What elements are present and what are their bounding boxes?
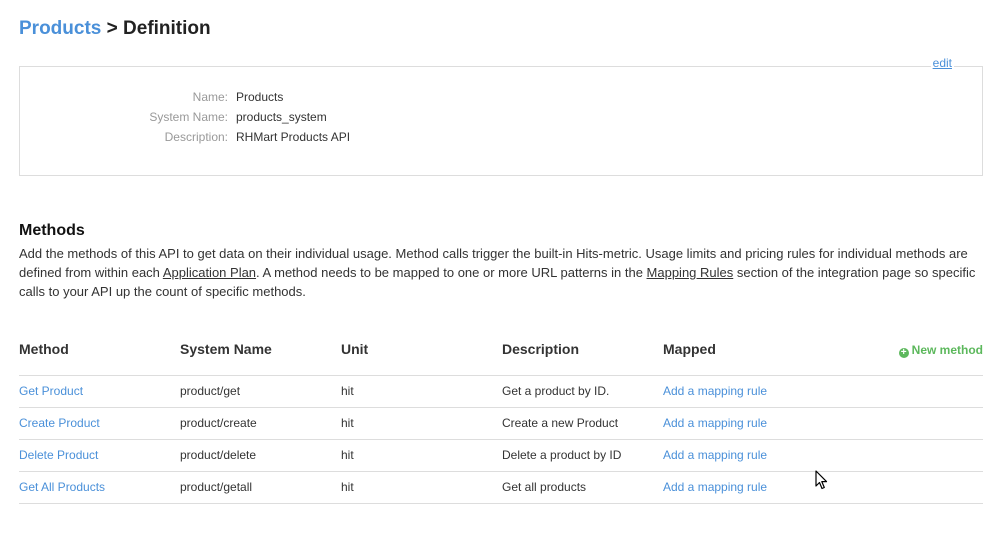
system-name-cell: product/getall [180, 480, 253, 494]
new-method-label: New method [911, 343, 983, 357]
column-header-unit: Unit [341, 341, 369, 357]
add-mapping-rule-link[interactable]: Add a mapping rule [663, 480, 767, 494]
table-row: Create Product product/create hit Create… [19, 408, 983, 440]
methods-description-text: . A method needs to be mapped to one or … [256, 265, 647, 280]
description-cell: Get a product by ID. [502, 384, 610, 398]
methods-table: Method System Name Unit Description Mapp… [19, 330, 983, 504]
method-link[interactable]: Get Product [19, 384, 83, 398]
definition-panel: edit Name: Products System Name: product… [19, 56, 983, 176]
column-header-method: Method [19, 341, 69, 357]
method-link[interactable]: Get All Products [19, 480, 105, 494]
unit-cell: hit [341, 480, 354, 494]
application-plan-link[interactable]: Application Plan [163, 265, 256, 280]
breadcrumb-separator: > [106, 18, 118, 39]
breadcrumb: Products > Definition [19, 18, 211, 40]
definition-value: RHMart Products API [236, 130, 351, 144]
methods-description: Add the methods of this API to get data … [19, 244, 983, 301]
plus-circle-icon: + [898, 348, 909, 358]
table-row: Get All Products product/getall hit Get … [19, 472, 983, 504]
system-name-cell: product/get [180, 384, 241, 398]
column-header-mapped: Mapped [663, 341, 716, 357]
method-link[interactable]: Create Product [19, 416, 100, 430]
definition-value: Products [236, 90, 284, 104]
table-row: Get Product product/get hit Get a produc… [19, 376, 983, 408]
definition-value: products_system [236, 110, 327, 124]
add-mapping-rule-link[interactable]: Add a mapping rule [663, 384, 767, 398]
system-name-cell: product/delete [180, 448, 257, 462]
method-link[interactable]: Delete Product [19, 448, 98, 462]
table-row: Delete Product product/delete hit Delete… [19, 440, 983, 472]
description-cell: Create a new Product [502, 416, 619, 430]
description-cell: Get all products [502, 480, 587, 494]
methods-heading: Methods [19, 222, 85, 239]
unit-cell: hit [341, 416, 354, 430]
mapping-rules-link[interactable]: Mapping Rules [647, 265, 734, 280]
new-method-button[interactable]: + New method [898, 343, 983, 358]
edit-link[interactable]: edit [930, 56, 954, 70]
column-header-system-name: System Name [180, 341, 272, 357]
system-name-cell: product/create [180, 416, 257, 430]
definition-label: Name: [192, 90, 228, 104]
description-cell: Delete a product by ID [502, 448, 622, 462]
breadcrumb-current: Definition [123, 18, 211, 39]
mouse-cursor-icon [815, 470, 828, 490]
definition-label: System Name: [149, 110, 228, 124]
table-header: Method System Name Unit Description Mapp… [19, 330, 983, 376]
breadcrumb-products-link[interactable]: Products [19, 18, 101, 39]
add-mapping-rule-link[interactable]: Add a mapping rule [663, 448, 767, 462]
column-header-description: Description [502, 341, 580, 357]
definition-label: Description: [164, 130, 228, 144]
unit-cell: hit [341, 384, 354, 398]
add-mapping-rule-link[interactable]: Add a mapping rule [663, 416, 767, 430]
unit-cell: hit [341, 448, 354, 462]
